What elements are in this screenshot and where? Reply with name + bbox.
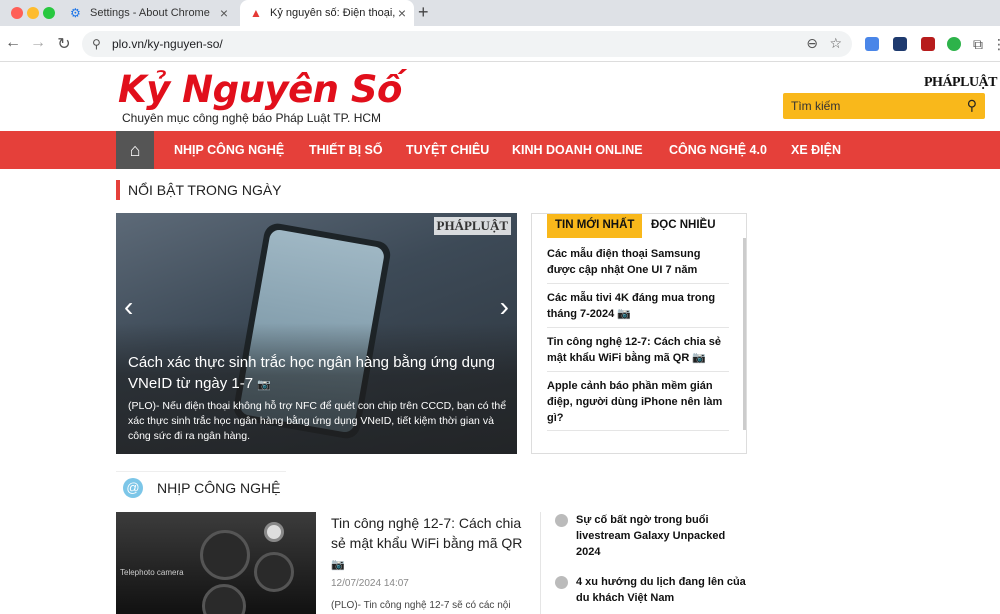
- tab-title: Kỷ nguyên số: Điện thoại, Lap: [270, 7, 395, 19]
- nav-item-cong-nghe-4[interactable]: CÔNG NGHỆ 4.0: [669, 143, 767, 157]
- grammar-extension-icon[interactable]: [947, 37, 961, 51]
- extension-icon[interactable]: [893, 37, 907, 51]
- side-list-item[interactable]: 4 xu hướng du lịch đang lên của du khách…: [576, 574, 751, 606]
- new-tab-button[interactable]: +: [418, 2, 429, 23]
- browser-toolbar: ← → ↻ ⚲ plo.vn/ky-nguyen-so/ ⊖ ☆ ⧉ ⋮: [0, 26, 1000, 62]
- section-accent-bar: [116, 180, 120, 200]
- tab-title: Settings - About Chrome: [90, 7, 210, 19]
- hero-article-title[interactable]: Cách xác thực sinh trắc học ngân hàng bằ…: [128, 352, 508, 396]
- at-icon: @: [123, 478, 143, 498]
- hero-slider[interactable]: PHÁPLUẬT ‹ › Cách xác thực sinh trắc học…: [116, 213, 517, 454]
- chevron-left-icon[interactable]: ‹: [124, 291, 133, 323]
- menu-dots-icon[interactable]: ⋮: [992, 37, 1000, 51]
- bullet-icon: [555, 576, 568, 589]
- nav-item-xe-dien[interactable]: XE ĐIỆN: [791, 143, 841, 157]
- nav-item-nhip-cong-nghe[interactable]: NHỊP CÔNG NGHỆ: [174, 143, 284, 157]
- minimize-window-button[interactable]: [27, 7, 39, 19]
- maximize-window-button[interactable]: [43, 7, 55, 19]
- article-date: 12/07/2024 14:07: [331, 578, 409, 589]
- puzzle-icon[interactable]: ⧉: [973, 37, 987, 51]
- nav-item-kinh-doanh-online[interactable]: KINH DOANH ONLINE: [512, 143, 643, 157]
- watermark-logo: PHÁPLUẬT: [433, 217, 511, 235]
- tab-latest-news[interactable]: TIN MỚI NHẤT: [547, 214, 643, 238]
- list-item[interactable]: Các mẫu tivi 4K đáng mua trong tháng 7-2…: [547, 290, 729, 322]
- gear-icon: ⚙: [70, 6, 81, 20]
- site-subtitle: Chuyên mục công nghệ báo Pháp Luật TP. H…: [122, 111, 382, 125]
- camera-icon: 📷: [257, 379, 271, 391]
- forward-button[interactable]: →: [29, 34, 47, 52]
- search-box[interactable]: Tìm kiếm ⚲: [783, 93, 985, 119]
- chevron-right-icon[interactable]: ›: [500, 291, 509, 323]
- back-button[interactable]: ←: [4, 34, 22, 52]
- tab-settings[interactable]: ⚙ Settings - About Chrome ×: [60, 0, 236, 26]
- nav-item-thiet-bi-so[interactable]: THIẾT BỊ SỐ: [309, 143, 383, 157]
- zoom-icon[interactable]: ⊖: [806, 35, 818, 52]
- phap-luat-brand[interactable]: PHÁPLUẬT: [924, 75, 998, 91]
- search-input[interactable]: Tìm kiếm: [791, 99, 840, 113]
- hero-article-desc: (PLO)- Nếu điện thoại không hỗ trợ NFC đ…: [128, 400, 507, 442]
- section-title-nhip-cong-nghe[interactable]: NHỊP CÔNG NGHỆ: [157, 480, 280, 496]
- side-list-item[interactable]: Sự cố bất ngờ trong buổi livestream Gala…: [576, 512, 751, 560]
- list-item[interactable]: Apple cảnh báo phần mềm gián điệp, người…: [547, 378, 729, 426]
- camera-icon: 📷: [692, 352, 707, 364]
- home-icon[interactable]: ⌂: [116, 131, 154, 169]
- list-item[interactable]: Tin công nghệ 12-7: Cách chia sẻ mật khẩ…: [547, 334, 729, 366]
- url-text[interactable]: plo.vn/ky-nguyen-so/: [112, 37, 223, 51]
- close-icon[interactable]: ×: [220, 5, 228, 21]
- camera-icon: 📷: [331, 559, 345, 571]
- address-bar[interactable]: ⚲ plo.vn/ky-nguyen-so/ ⊖ ☆: [82, 31, 852, 57]
- section-title-featured: NỔI BẬT TRONG NGÀY: [128, 182, 282, 198]
- shield-extension-icon[interactable]: [921, 37, 935, 51]
- reload-button[interactable]: ↻: [55, 34, 73, 54]
- main-navigation: ⌂ NHỊP CÔNG NGHỆ THIẾT BỊ SỐ TUYỆT CHIÊU…: [0, 131, 1000, 169]
- article-desc: (PLO)- Tin công nghệ 12-7 sẽ có các nội: [331, 600, 511, 611]
- search-icon[interactable]: ⚲: [967, 97, 977, 114]
- tab-most-read[interactable]: ĐỌC NHIỀU: [648, 214, 719, 238]
- article-title[interactable]: Tin công nghệ 12-7: Cách chia sẻ mật khẩ…: [331, 513, 531, 575]
- tab-ky-nguyen-so[interactable]: ▲ Kỷ nguyên số: Điện thoại, Lap ×: [240, 0, 414, 26]
- camera-icon: 📷: [617, 308, 632, 320]
- latest-news-panel: TIN MỚI NHẤT ĐỌC NHIỀU Các mẫu điện thoạ…: [531, 213, 747, 454]
- panel-scrollbar[interactable]: [743, 238, 746, 430]
- bookmark-star-icon[interactable]: ☆: [829, 35, 842, 52]
- article-thumbnail[interactable]: Telephoto camera: [116, 512, 316, 614]
- site-info-icon[interactable]: ⚲: [92, 37, 101, 51]
- list-item[interactable]: Các mẫu điện thoại Samsung được cập nhật…: [547, 246, 729, 278]
- translate-extension-icon[interactable]: [865, 37, 879, 51]
- nav-item-tuyet-chieu[interactable]: TUYỆT CHIÊU: [406, 143, 489, 157]
- plo-favicon-icon: ▲: [250, 6, 262, 20]
- site-logo[interactable]: Kỷ Nguyên Số: [118, 68, 402, 111]
- browser-tab-bar: ⚙ Settings - About Chrome × ▲ Kỷ nguyên …: [0, 0, 1000, 26]
- bullet-icon: [555, 514, 568, 527]
- thumbnail-caption: Telephoto camera: [120, 568, 184, 577]
- close-window-button[interactable]: [11, 7, 23, 19]
- close-icon[interactable]: ×: [398, 5, 406, 21]
